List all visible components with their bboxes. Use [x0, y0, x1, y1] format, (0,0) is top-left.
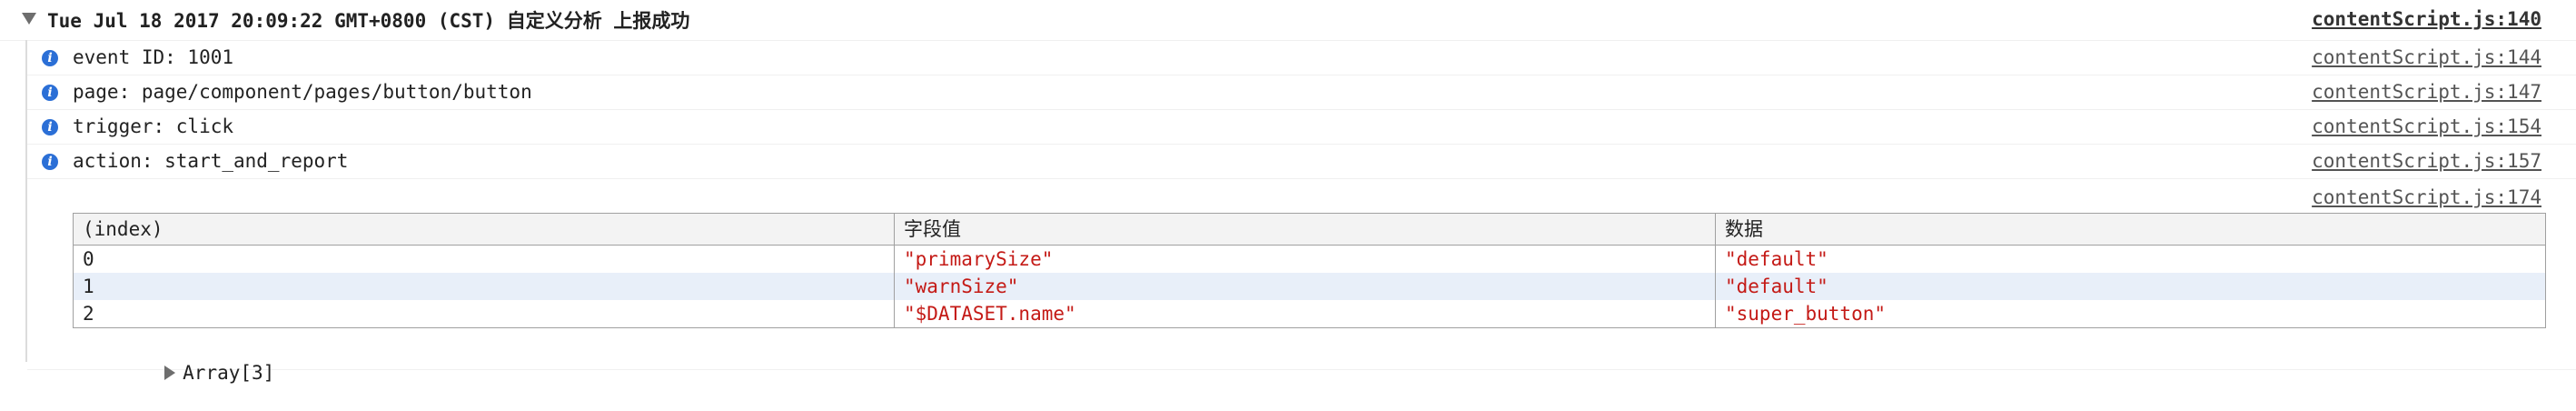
info-icon: i: [42, 119, 58, 135]
log-text: page: page/component/pages/button/button: [73, 81, 532, 103]
log-message: i page: page/component/pages/button/butt…: [27, 75, 2576, 110]
column-header-field-value[interactable]: 字段值: [894, 213, 1716, 246]
info-icon: i: [42, 50, 58, 66]
table-cell-index: 1: [83, 276, 94, 297]
source-link[interactable]: contentScript.js:144: [2312, 45, 2541, 70]
table-row: 2 "$DATASET.name" "super_button": [74, 300, 2546, 328]
log-text: event ID: 1001: [73, 46, 234, 68]
console-group-header[interactable]: Tue Jul 18 2017 20:09:22 GMT+0800 (CST) …: [0, 0, 2576, 41]
table-cell-field-value: "primarySize": [894, 245, 1716, 273]
source-link[interactable]: contentScript.js:154: [2312, 114, 2541, 139]
array-label: Array[3]: [183, 362, 275, 384]
log-text: trigger: click: [73, 115, 234, 137]
table-cell-data: "super_button": [1715, 300, 2546, 328]
info-icon: i: [42, 85, 58, 101]
column-header-data[interactable]: 数据: [1715, 213, 2546, 246]
info-icon: i: [42, 154, 58, 170]
console-table-entry: contentScript.js:174 (index) 字段值 数据 0 "p…: [27, 178, 2576, 384]
table-cell-index: 0: [83, 248, 94, 270]
source-link[interactable]: contentScript.js:147: [2312, 79, 2541, 105]
table-cell-field-value: "$DATASET.name": [894, 300, 1716, 328]
log-text: action: start_and_report: [73, 150, 349, 172]
log-message: i trigger: click contentScript.js:154: [27, 109, 2576, 145]
console-panel: Tue Jul 18 2017 20:09:22 GMT+0800 (CST) …: [0, 0, 2576, 384]
caret-down-icon[interactable]: [22, 13, 36, 25]
table-cell-data: "default": [1715, 245, 2546, 273]
column-header-index[interactable]: (index): [74, 214, 895, 246]
source-link[interactable]: contentScript.js:174: [2312, 185, 2541, 210]
group-title: Tue Jul 18 2017 20:09:22 GMT+0800 (CST) …: [47, 10, 690, 32]
source-link[interactable]: contentScript.js:157: [2312, 148, 2541, 174]
source-link[interactable]: contentScript.js:140: [2312, 6, 2541, 32]
table-header-row: (index) 字段值 数据: [73, 213, 2546, 246]
table-row: 1 "warnSize" "default": [73, 273, 2546, 300]
caret-right-icon[interactable]: [164, 366, 176, 380]
console-group-body: i event ID: 1001 contentScript.js:144 i …: [0, 40, 2576, 384]
table-cell-index: 2: [83, 303, 94, 325]
log-message: i event ID: 1001 contentScript.js:144: [27, 40, 2576, 75]
table-row: 0 "primarySize" "default": [74, 245, 2546, 273]
console-table: (index) 字段值 数据 0 "primarySize" "default"…: [73, 213, 2546, 328]
table-cell-field-value: "warnSize": [894, 273, 1716, 300]
array-expander[interactable]: Array[3]: [73, 335, 274, 384]
table-cell-data: "default": [1715, 273, 2546, 300]
log-message: i action: start_and_report contentScript…: [27, 144, 2576, 179]
